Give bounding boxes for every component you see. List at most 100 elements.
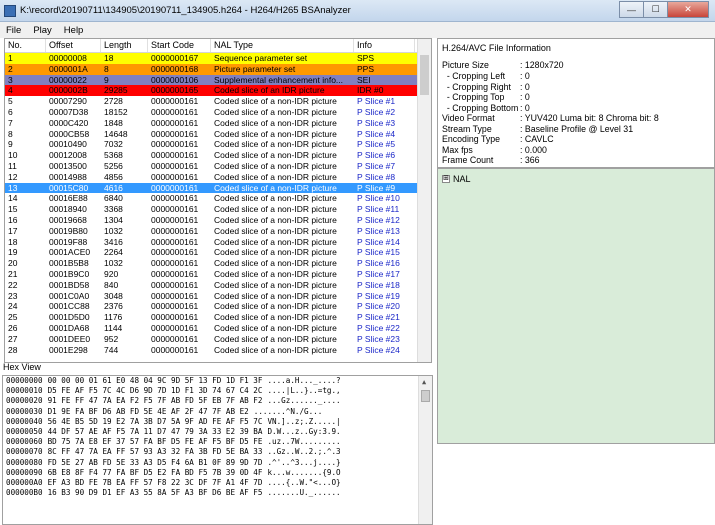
table-row[interactable]: 2 0000001A 8 0000000168 Picture parameter se… — [5, 63, 431, 75]
cell-no: 8 — [8, 128, 13, 139]
table-row[interactable]: 23 0001C0A0 3048 0000000161 Coded slice of a… — [5, 291, 431, 302]
table-row[interactable]: 27 0001DEE0 952 0000000161 Coded slice of a … — [5, 334, 431, 345]
cell-length: 2728 — [104, 96, 123, 107]
hex-bytes: EF A3 BD FE 7B EA FF 57 F8 22 3C DF 7F A… — [47, 477, 263, 487]
minimize-button[interactable]: — — [619, 1, 644, 18]
cell-start-code: 0000000161 — [151, 322, 199, 333]
window-controls: — ☐ ✕ — [619, 1, 709, 19]
hex-addr: 000000A0 — [6, 477, 43, 487]
hex-line: 00000000 00 00 00 01 61 E0 48 04 9C 9D 5F… — [3, 376, 432, 386]
table-row[interactable]: 11 00013500 5256 0000000161 Coded slice of a… — [5, 161, 431, 172]
cell-nal-type: Coded slice of a non-IDR picture — [214, 225, 337, 236]
cell-length: 3368 — [104, 204, 123, 215]
menu-play[interactable]: Play — [27, 25, 57, 36]
cell-start-code: 0000000161 — [151, 333, 199, 344]
cell-length: 3416 — [104, 236, 123, 247]
cell-nal-type: Coded slice of a non-IDR picture — [214, 279, 337, 290]
cell-no: 18 — [8, 236, 18, 247]
table-row[interactable]: 25 0001D5D0 1176 0000000161 Coded slice of a… — [5, 312, 431, 323]
nal-tree-panel[interactable]: ⊞ NAL — [437, 168, 715, 444]
table-row[interactable]: 16 00019668 1304 0000000161 Coded slice of a… — [5, 215, 431, 226]
menu-help[interactable]: Help — [58, 25, 90, 36]
column-header-length[interactable]: Length — [101, 39, 148, 52]
hex-addr: 00000060 — [6, 437, 43, 447]
hex-line: 000000A0 EF A3 BD FE 7B EA FF 57 F8 22 3C… — [3, 478, 432, 488]
table-row[interactable]: 1 00000008 18 0000000167 Sequence parameter … — [5, 53, 431, 64]
file-info-key: Stream Type — [442, 123, 492, 134]
table-row[interactable]: 8 0000CB58 14648 0000000161 Coded slice of a… — [5, 129, 431, 140]
table-row[interactable]: 28 0001E298 744 0000000161 Coded slice of a … — [5, 345, 431, 356]
hex-line: 00000050 44 DF 57 AE AF F5 7A 11 D7 47 79… — [3, 427, 432, 437]
table-row[interactable]: 18 00019F88 3416 0000000161 Coded slice of a… — [5, 237, 431, 248]
table-row[interactable]: 22 0001BD58 840 0000000161 Coded slice of a … — [5, 280, 431, 291]
cell-offset: 00015C80 — [49, 182, 89, 193]
column-header-nal-type[interactable]: NAL Type — [211, 39, 354, 52]
cell-start-code: 0000000161 — [151, 236, 199, 247]
hex-view-scrollbar[interactable]: ▲ — [418, 376, 432, 524]
nal-table-scrollbar[interactable] — [417, 39, 431, 362]
cell-offset: 0001D5D0 — [49, 312, 90, 323]
cell-start-code: 0000000106 — [151, 74, 199, 85]
cell-offset: 0001B5B8 — [49, 258, 89, 269]
cell-length: 2264 — [104, 247, 123, 258]
table-row[interactable]: 10 00012008 5368 0000000161 Coded slice of a… — [5, 150, 431, 161]
maximize-button[interactable]: ☐ — [643, 1, 668, 18]
hex-addr: 00000040 — [6, 416, 43, 426]
hex-view[interactable]: 00000000 00 00 00 01 61 E0 48 04 9C 9D 5F… — [2, 375, 433, 525]
hex-line: 00000030 D1 9E FA BF D6 AB FD 5E 4E AF 2F… — [3, 407, 432, 417]
nal-table[interactable]: No. Offset Length Start Code NAL Type In… — [4, 38, 432, 363]
table-row[interactable]: 19 0001ACE0 2264 0000000161 Coded slice of a… — [5, 247, 431, 258]
table-row[interactable]: 3 00000022 9 0000000106 Supplemental enhance… — [5, 74, 431, 86]
table-row[interactable]: 12 00014988 4856 0000000161 Coded slice of a… — [5, 172, 431, 183]
cell-no: 16 — [8, 214, 18, 225]
table-row[interactable]: 24 0001CC88 2376 0000000161 Coded slice of a… — [5, 301, 431, 312]
cell-no: 5 — [8, 96, 13, 107]
file-info-key: Picture Size — [442, 60, 489, 70]
hex-bytes: 56 4E B5 5D 19 E2 7A 3B D7 5A 9F AD FE A… — [47, 416, 263, 426]
cell-offset: 0000002B — [49, 85, 88, 96]
nal-table-scroll-thumb[interactable] — [420, 55, 429, 95]
table-row[interactable]: 13 00015C80 4616 0000000161 Coded slice of a… — [5, 182, 431, 194]
menu-file[interactable]: File — [0, 25, 27, 36]
cell-nal-type: Coded slice of a non-IDR picture — [214, 204, 337, 215]
table-row[interactable]: 17 00019B80 1032 0000000161 Coded slice of a… — [5, 226, 431, 237]
hex-ascii: k...w.......{9.O — [267, 467, 341, 477]
cell-length: 840 — [104, 279, 119, 290]
table-row[interactable]: 7 0000C420 1848 0000000161 Coded slice of a … — [5, 118, 431, 129]
cell-info: P Slice #19 — [357, 290, 400, 301]
file-info-key: - Cropping Top — [442, 92, 505, 102]
file-info-item: - Cropping Left: 0 — [442, 71, 530, 81]
cell-start-code: 0000000161 — [151, 344, 199, 355]
table-row[interactable]: 5 00007290 2728 0000000161 Coded slice of a … — [5, 96, 431, 107]
cell-offset: 0001B9C0 — [49, 268, 90, 279]
table-row[interactable]: 4 0000002B 29285 0000000165 Coded slice of a… — [5, 85, 431, 97]
file-info-key: - Cropping Bottom — [442, 102, 519, 113]
cell-info: P Slice #4 — [357, 128, 396, 139]
close-button[interactable]: ✕ — [667, 1, 709, 18]
table-row[interactable]: 21 0001B9C0 920 0000000161 Coded slice of a … — [5, 269, 431, 280]
cell-offset: 00010490 — [49, 139, 87, 150]
file-info-item: Picture Size: 1280x720 — [442, 60, 564, 70]
table-row[interactable]: 14 00016E88 6840 0000000161 Coded slice of a… — [5, 193, 431, 204]
column-header-offset[interactable]: Offset — [46, 39, 101, 52]
cell-start-code: 0000000161 — [151, 117, 199, 128]
column-header-info[interactable]: Info — [354, 39, 415, 52]
hex-line: 00000010 D5 FE AF F5 7C 4C D6 9D 7D 1D F1… — [3, 386, 432, 396]
cell-nal-type: Coded slice of a non-IDR picture — [214, 333, 337, 344]
scroll-up-icon[interactable]: ▲ — [422, 378, 426, 386]
table-row[interactable]: 15 00018940 3368 0000000161 Coded slice of a… — [5, 204, 431, 215]
expand-icon[interactable]: ⊞ — [442, 175, 450, 183]
table-row[interactable]: 20 0001B5B8 1032 0000000161 Coded slice of a… — [5, 258, 431, 269]
cell-no: 11 — [8, 160, 17, 171]
table-row[interactable]: 6 00007D38 18152 0000000161 Coded slice of a… — [5, 107, 431, 118]
hex-view-scroll-thumb[interactable] — [421, 390, 430, 402]
column-header-start-code[interactable]: Start Code — [148, 39, 211, 52]
tree-node-nal[interactable]: ⊞ NAL — [442, 174, 471, 184]
cell-start-code: 0000000161 — [151, 290, 199, 301]
cell-no: 21 — [8, 268, 18, 279]
column-header-no[interactable]: No. — [5, 39, 46, 52]
cell-start-code: 0000000161 — [151, 106, 199, 117]
cell-length: 1848 — [104, 117, 123, 128]
table-row[interactable]: 26 0001DA68 1144 0000000161 Coded slice of a… — [5, 323, 431, 334]
table-row[interactable]: 9 00010490 7032 0000000161 Coded slice of a … — [5, 139, 431, 150]
